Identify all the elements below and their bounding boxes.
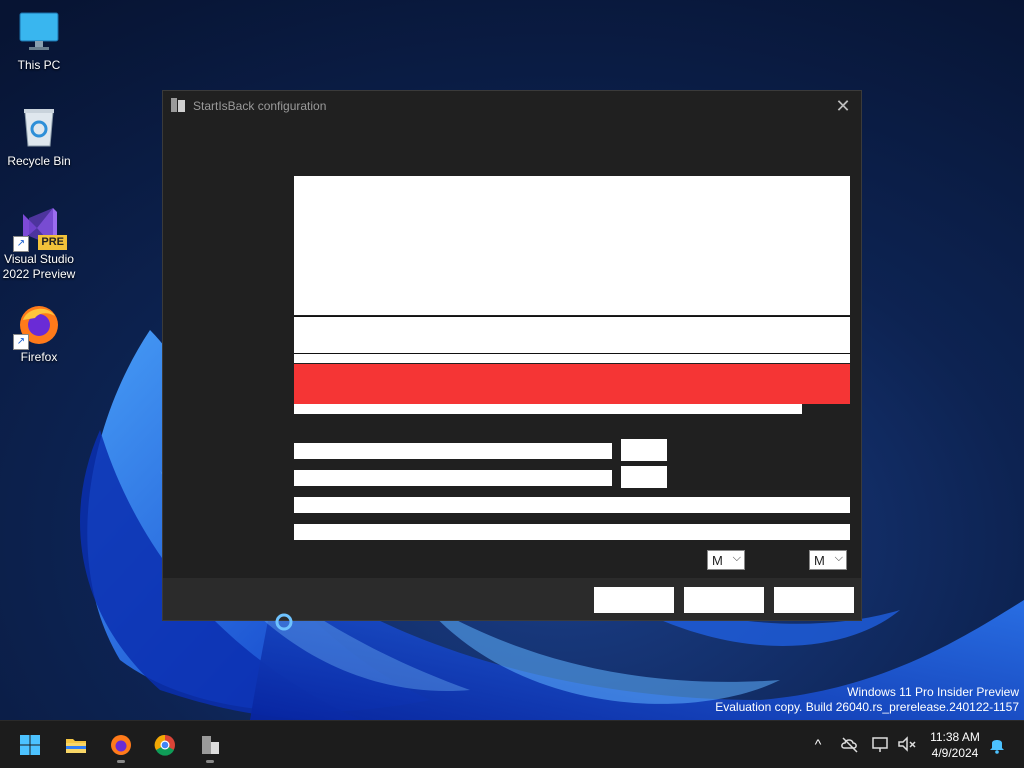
content-row-2 (294, 354, 850, 363)
window-footer (163, 578, 861, 620)
desktop-icon-visual-studio[interactable]: PRE ↗ Visual Studio 2022 Preview (1, 204, 77, 282)
footer-button-2[interactable] (684, 587, 764, 613)
taskbar-file-explorer[interactable] (58, 727, 94, 763)
volume-muted-icon[interactable] (896, 733, 918, 755)
option-row-1[interactable] (294, 443, 612, 459)
busy-cursor-icon (275, 613, 293, 631)
shortcut-arrow-icon: ↗ (13, 236, 29, 252)
footer-button-3[interactable] (774, 587, 854, 613)
option-row-4[interactable] (294, 524, 850, 540)
folder-icon (66, 739, 86, 753)
desktop-icon-label: Firefox (20, 350, 58, 364)
clock-date: 4/9/2024 (931, 746, 979, 760)
desktop-icon-this-pc[interactable]: This PC (1, 10, 77, 73)
dropdown-right[interactable]: M ⌵ (809, 550, 847, 570)
dropdown-value: M (712, 553, 723, 568)
windows-logo-icon (20, 735, 40, 755)
desktop-icon-firefox[interactable]: ↗ Firefox (1, 302, 77, 365)
cloud-offline-icon[interactable] (839, 733, 861, 755)
windows-watermark: Windows 11 Pro Insider Preview Evaluatio… (715, 685, 1019, 715)
desktop-icon-label: Recycle Bin (7, 154, 71, 168)
startisback-config-window: StartIsBack configuration ✕ M ⌵ M ⌵ (162, 90, 862, 621)
dropdown-left[interactable]: M ⌵ (707, 550, 745, 570)
app-icon (202, 736, 219, 754)
desktop-icon-label: This PC (17, 58, 61, 72)
option-row-2[interactable] (294, 470, 612, 486)
clock-time: 11:38 AM (930, 730, 980, 744)
visual-studio-icon: PRE ↗ (13, 204, 67, 252)
firefox-icon (111, 735, 131, 755)
pre-badge: PRE (38, 235, 67, 250)
taskbar: ^ 11:38 AM 4/9/2024 (0, 720, 1024, 768)
watermark-line1: Windows 11 Pro Insider Preview (847, 685, 1019, 699)
content-row-1 (294, 317, 850, 353)
running-indicator (206, 760, 214, 763)
watermark-line2: Evaluation copy. Build 26040.rs_prerelea… (715, 700, 1019, 714)
chevron-down-icon: ⌵ (732, 552, 741, 564)
notification-bell-icon[interactable] (986, 733, 1008, 755)
window-title: StartIsBack configuration (193, 99, 327, 113)
taskbar-startisback[interactable] (192, 727, 228, 763)
desktop-icon-label-line1: Visual Studio (4, 252, 74, 266)
footer-button-1[interactable] (594, 587, 674, 613)
network-icon[interactable] (870, 733, 892, 755)
app-icon (171, 98, 185, 112)
desktop-icon-label-line2: 2022 Preview (2, 267, 76, 281)
recycle-bin-icon (17, 106, 61, 150)
dropdown-value: M (814, 553, 825, 568)
start-button[interactable] (12, 727, 48, 763)
taskbar-chrome[interactable] (147, 727, 183, 763)
monitor-icon (17, 10, 61, 54)
system-clock[interactable]: 11:38 AM 4/9/2024 (922, 729, 988, 761)
window-titlebar[interactable]: StartIsBack configuration ✕ (163, 91, 861, 121)
warning-bar (294, 364, 850, 404)
close-button[interactable]: ✕ (831, 95, 855, 117)
taskbar-firefox[interactable] (103, 727, 139, 763)
option-row-3[interactable] (294, 497, 850, 513)
running-indicator (117, 760, 125, 763)
desktop-icon-recycle-bin[interactable]: Recycle Bin (1, 106, 77, 169)
content-panel-top (294, 176, 850, 315)
content-row-3 (294, 404, 802, 414)
shortcut-arrow-icon: ↗ (13, 334, 29, 350)
option-input-1[interactable] (621, 439, 667, 461)
show-hidden-icons-button[interactable]: ^ (807, 733, 829, 755)
firefox-icon: ↗ (13, 302, 61, 350)
chrome-icon (154, 734, 175, 756)
option-input-2[interactable] (621, 466, 667, 488)
chevron-down-icon: ⌵ (834, 552, 843, 564)
